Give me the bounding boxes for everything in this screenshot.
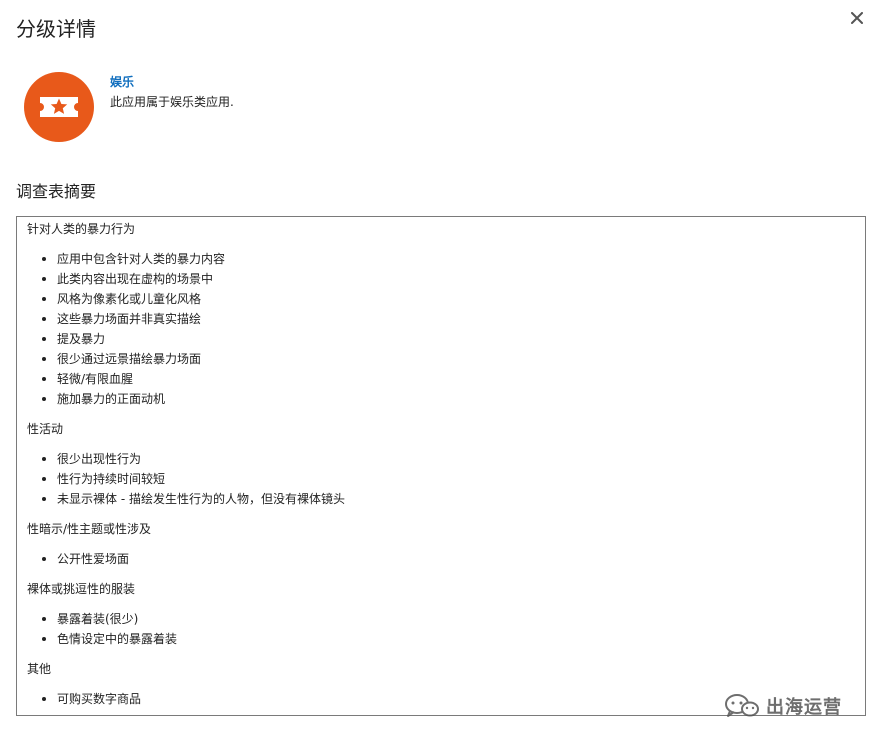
category-title: 针对人类的暴力行为 <box>27 222 136 236</box>
rating-name: 娱乐 <box>110 75 135 89</box>
descriptor-list: 公开性爱场面 <box>27 549 855 569</box>
survey-category: 针对人类的暴力行为应用中包含针对人类的暴力内容 此类内容出现在虚构的场景中 风格为像… <box>27 219 855 409</box>
ticket-star-icon <box>24 72 94 142</box>
descriptor-item: 此类内容出现在虚构的场景中 <box>42 269 855 289</box>
dialog-title: 分级详情 <box>16 17 96 41</box>
descriptor-item: 施加暴力的正面动机 <box>42 389 855 409</box>
descriptor-list: 暴露着装(很少) 色情设定中的暴露着装 <box>27 609 855 649</box>
descriptor-item: 风格为像素化或儿童化风格 <box>42 289 855 309</box>
survey-category: 裸体或挑逗性的服装暴露着装(很少) 色情设定中的暴露着装 <box>27 579 855 649</box>
descriptor-item: 很少出现性行为 <box>42 449 855 469</box>
survey-category: 性活动很少出现性行为 性行为持续时间较短 未显示裸体 - 描绘发生性行为的人物，但没… <box>27 419 855 509</box>
rating-details-dialog: 分级详情 娱乐 此应用属于娱乐类应用. 调查表摘要 针对人类的暴力行为应用中包含… <box>0 0 885 745</box>
descriptor-item: 未显示裸体 - 描绘发生性行为的人物，但没有裸体镜头 <box>42 489 855 509</box>
rating-summary: 娱乐 此应用属于娱乐类应用. <box>24 72 324 144</box>
survey-summary-box: 针对人类的暴力行为应用中包含针对人类的暴力内容 此类内容出现在虚构的场景中 风格为像… <box>16 216 866 716</box>
category-title: 性暗示/性主题或性涉及 <box>27 522 152 536</box>
descriptor-item: 很少通过远景描绘暴力场面 <box>42 349 855 369</box>
category-title: 性活动 <box>27 422 64 436</box>
descriptor-item: 应用中包含针对人类的暴力内容 <box>42 249 855 269</box>
descriptor-item: 性行为持续时间较短 <box>42 469 855 489</box>
descriptor-item: 提及暴力 <box>42 329 855 349</box>
rating-description: 此应用属于娱乐类应用. <box>110 95 234 109</box>
category-title: 其他 <box>27 662 52 676</box>
category-title: 裸体或挑逗性的服装 <box>27 582 136 596</box>
watermark: 出海运营 <box>724 692 842 720</box>
descriptor-item: 暴露着装(很少) <box>42 609 855 629</box>
descriptor-item: 色情设定中的暴露着装 <box>42 629 855 649</box>
close-icon <box>851 12 863 24</box>
watermark-text: 出海运营 <box>766 697 842 718</box>
descriptor-list: 很少出现性行为 性行为持续时间较短 未显示裸体 - 描绘发生性行为的人物，但没有裸体… <box>27 449 855 509</box>
descriptor-item: 这些暴力场面并非真实描绘 <box>42 309 855 329</box>
survey-category: 性暗示/性主题或性涉及公开性爱场面 <box>27 519 855 569</box>
descriptor-item: 公开性爱场面 <box>42 549 855 569</box>
wechat-icon <box>725 694 759 717</box>
descriptor-list: 应用中包含针对人类的暴力内容 此类内容出现在虚构的场景中 风格为像素化或儿童化风格这… <box>27 249 855 409</box>
survey-heading: 调查表摘要 <box>16 182 97 201</box>
descriptor-item: 轻微/有限血腥 <box>42 369 855 389</box>
close-button[interactable] <box>847 8 867 28</box>
